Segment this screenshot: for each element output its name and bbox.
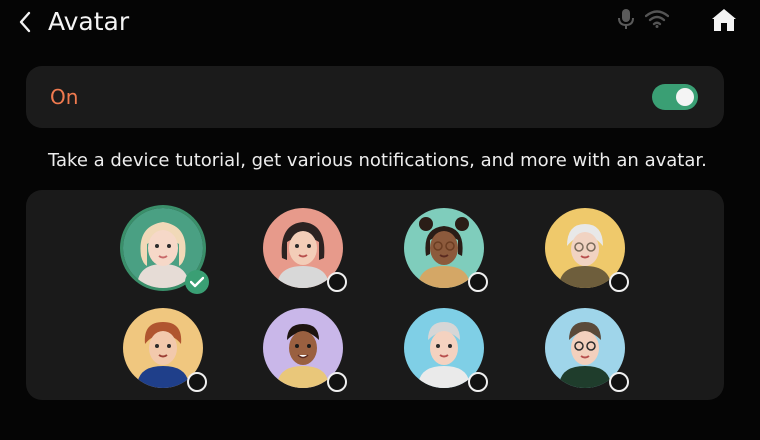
selected-check-icon [185, 270, 209, 294]
avatar-option-8[interactable] [545, 308, 629, 392]
back-button[interactable] [14, 8, 36, 36]
avatar-toggle-row[interactable]: On [26, 66, 724, 128]
radio-unselected-icon [187, 372, 207, 392]
radio-unselected-icon [327, 272, 347, 292]
header: Avatar [0, 0, 760, 46]
avatar-option-1[interactable] [123, 208, 209, 294]
home-button[interactable] [710, 6, 738, 34]
radio-unselected-icon [468, 272, 488, 292]
page-title: Avatar [48, 7, 130, 36]
avatar-option-2[interactable] [263, 208, 347, 292]
description-text: Take a device tutorial, get various noti… [48, 150, 707, 171]
toggle-knob [676, 88, 694, 106]
avatar-grid [26, 190, 724, 400]
wifi-icon [645, 10, 669, 28]
on-label: On [50, 85, 79, 109]
radio-unselected-icon [609, 272, 629, 292]
radio-unselected-icon [468, 372, 488, 392]
avatar-option-4[interactable] [545, 208, 629, 292]
home-icon [712, 9, 736, 31]
avatar-option-3[interactable] [404, 208, 488, 292]
avatar-option-7[interactable] [404, 308, 488, 392]
avatar-option-5[interactable] [123, 308, 207, 392]
radio-unselected-icon [609, 372, 629, 392]
radio-unselected-icon [327, 372, 347, 392]
avatar-option-6[interactable] [263, 308, 347, 392]
chevron-left-icon [19, 11, 31, 33]
mic-icon [618, 9, 634, 29]
avatar-toggle-switch[interactable] [652, 84, 698, 110]
